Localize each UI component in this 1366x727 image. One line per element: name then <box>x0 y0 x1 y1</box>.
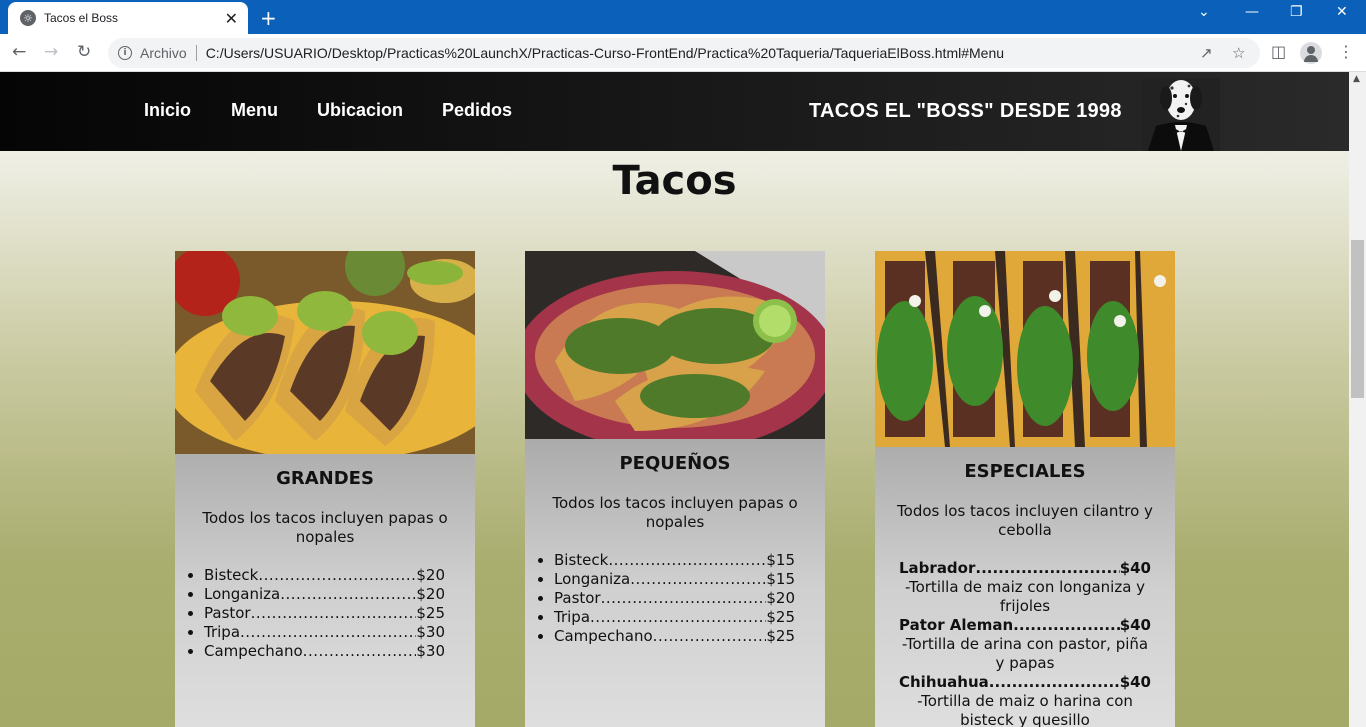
address-scheme-label: Archivo <box>140 45 187 61</box>
reload-icon[interactable]: ↻ <box>77 42 91 62</box>
tab-title: Tacos el Boss <box>44 11 119 25</box>
info-icon[interactable]: i <box>118 46 132 60</box>
price-list: Bisteck$15 Longaniza$15 Pastor$20 Tripa$… <box>525 551 825 646</box>
scroll-up-arrow-icon[interactable]: ▲ <box>1353 74 1360 84</box>
card-note: Todos los tacos incluyen papas o nopales <box>202 509 448 546</box>
dalmatian-boss-logo <box>1142 78 1220 151</box>
minimize-icon[interactable]: — <box>1245 4 1259 20</box>
tab-search-icon[interactable]: ⌄ <box>1198 4 1210 20</box>
price-list: Bisteck$20 Longaniza$20 Pastor$25 Tripa$… <box>175 566 475 661</box>
card-title: PEQUEÑOS <box>619 453 731 474</box>
list-item: Bisteck$20 <box>204 566 445 585</box>
menu-card-especiales: ESPECIALES Todos los tacos incluyen cila… <box>875 251 1175 727</box>
list-item: Campechano$25 <box>554 627 795 646</box>
url-text[interactable]: C:/Users/USUARIO/Desktop/Practicas%20Lau… <box>206 45 1004 61</box>
list-item: Pastor$20 <box>554 589 795 608</box>
list-item: Labrador$40 -Tortilla de maiz con longan… <box>899 559 1151 616</box>
nav-link-inicio[interactable]: Inicio <box>144 100 191 121</box>
menu-card-pequenos: PEQUEÑOS Todos los tacos incluyen papas … <box>525 251 825 727</box>
close-window-icon[interactable]: ✕ <box>1336 4 1348 20</box>
page-viewport: Inicio Menu Ubicacion Pedidos TACOS EL "… <box>0 72 1349 727</box>
menu-card-grandes: GRANDES Todos los tacos incluyen papas o… <box>175 251 475 727</box>
list-item: Campechano$30 <box>204 642 445 661</box>
list-item: Longaniza$15 <box>554 570 795 589</box>
nav-link-menu[interactable]: Menu <box>231 100 278 121</box>
address-bar[interactable]: i Archivo C:/Users/USUARIO/Desktop/Pract… <box>108 38 1260 68</box>
card-note: Todos los tacos incluyen papas o nopales <box>552 494 798 531</box>
nav-link-pedidos[interactable]: Pedidos <box>442 100 512 121</box>
list-item: Pator Aleman$40 -Tortilla de arina con p… <box>899 616 1151 673</box>
nav-link-ubicacion[interactable]: Ubicacion <box>317 100 403 121</box>
section-title: Tacos <box>612 158 737 204</box>
card-title: GRANDES <box>276 468 374 489</box>
forward-arrow-icon[interactable]: → <box>44 42 58 62</box>
browser-tab-bar: ☼ Tacos el Boss ✕ + ⌄ — ❐ ✕ <box>0 0 1366 34</box>
list-item: Longaniza$20 <box>204 585 445 604</box>
browser-toolbar: ← → ↻ i Archivo C:/Users/USUARIO/Desktop… <box>0 34 1366 72</box>
brand-title: TACOS EL "BOSS" DESDE 1998 <box>809 100 1122 122</box>
address-separator <box>195 45 197 61</box>
list-item: Bisteck$15 <box>554 551 795 570</box>
list-item: Tripa$25 <box>554 608 795 627</box>
item-description: -Tortilla de maiz o harina con bisteck y… <box>917 692 1133 727</box>
tacos-especiales-photo <box>875 251 1175 447</box>
tacos-pequenos-photo <box>525 251 825 439</box>
new-tab-icon[interactable]: + <box>260 6 277 30</box>
special-list: Labrador$40 -Tortilla de maiz con longan… <box>875 559 1175 727</box>
list-item: Chihuahua$40 -Tortilla de maiz o harina … <box>899 673 1151 727</box>
item-description: -Tortilla de arina con pastor, piña y pa… <box>901 635 1149 672</box>
card-note: Todos los tacos incluyen cilantro y cebo… <box>897 502 1153 539</box>
close-tab-icon[interactable]: ✕ <box>225 9 238 28</box>
scroll-thumb[interactable] <box>1351 240 1364 398</box>
item-description: -Tortilla de maiz con longaniza y frijol… <box>904 578 1146 615</box>
share-icon[interactable]: ↗ <box>1200 44 1213 62</box>
site-header: Inicio Menu Ubicacion Pedidos TACOS EL "… <box>0 72 1349 151</box>
menu-kebab-icon[interactable]: ⋮ <box>1338 42 1354 61</box>
tacos-grandes-photo <box>175 251 475 454</box>
page-scrollbar[interactable]: ▲ <box>1349 72 1366 727</box>
restore-icon[interactable]: ❐ <box>1290 4 1303 20</box>
side-panel-icon[interactable]: ◫ <box>1271 42 1286 61</box>
profile-avatar-icon[interactable] <box>1300 42 1322 64</box>
browser-tab[interactable]: ☼ Tacos el Boss ✕ <box>8 2 248 34</box>
list-item: Pastor$25 <box>204 604 445 623</box>
card-title: ESPECIALES <box>964 461 1086 482</box>
back-arrow-icon[interactable]: ← <box>12 42 26 62</box>
globe-icon: ☼ <box>20 10 36 26</box>
bookmark-star-icon[interactable]: ☆ <box>1232 44 1245 62</box>
list-item: Tripa$30 <box>204 623 445 642</box>
